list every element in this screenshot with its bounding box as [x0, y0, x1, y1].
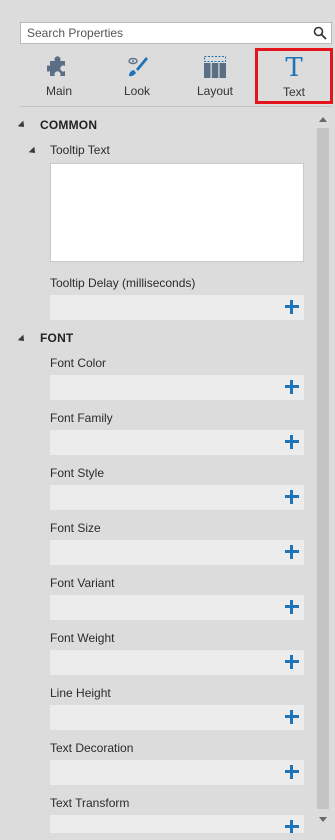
prop-label-tooltip-text: Tooltip Text [50, 143, 110, 157]
prop-label-font-color: Font Color [50, 356, 107, 370]
font-weight-field[interactable] [50, 650, 304, 675]
property-tabs: Main Look Layout T Text [20, 47, 335, 104]
tab-text-label: Text [282, 85, 305, 99]
text-decoration-field[interactable] [50, 760, 304, 785]
tooltip-text-input[interactable] [50, 163, 304, 262]
tab-look-label: Look [123, 84, 151, 98]
font-family-field[interactable] [50, 430, 304, 455]
prop-label-font-weight: Font Weight [50, 631, 115, 645]
paintbrush-icon [125, 53, 149, 79]
prop-label-line-height: Line Height [50, 686, 111, 700]
search-box[interactable]: Search Properties [20, 22, 332, 44]
scroll-down-icon[interactable] [319, 817, 327, 822]
tab-layout[interactable]: Layout [176, 47, 254, 101]
prop-label-font-size: Font Size [50, 521, 101, 535]
font-size-field[interactable] [50, 540, 304, 565]
tooltip-delay-field[interactable] [50, 295, 304, 320]
prop-label-font-variant: Font Variant [50, 576, 115, 590]
text-transform-field[interactable] [50, 815, 304, 833]
layout-grid-icon [203, 53, 227, 79]
plus-icon[interactable] [284, 599, 300, 615]
scroll-up-icon[interactable] [319, 117, 327, 122]
scrollbar-thumb[interactable] [317, 128, 329, 809]
font-color-field[interactable] [50, 375, 304, 400]
line-height-field[interactable] [50, 705, 304, 730]
prop-label-text-transform: Text Transform [50, 796, 130, 810]
svg-text:T: T [285, 54, 303, 80]
properties-pane: COMMON Tooltip Text Tooltip Delay (milli… [0, 110, 314, 840]
plus-icon[interactable] [284, 489, 300, 505]
collapse-font-icon[interactable] [17, 334, 27, 344]
search-input[interactable]: Search Properties [21, 26, 309, 40]
prop-label-font-style: Font Style [50, 466, 105, 480]
prop-label-tooltip-delay: Tooltip Delay (milliseconds) [50, 276, 196, 290]
collapse-tooltip-text-icon[interactable] [28, 146, 38, 156]
prop-label-text-decoration: Text Decoration [50, 741, 134, 755]
plus-icon[interactable] [284, 434, 300, 450]
plus-icon[interactable] [284, 544, 300, 560]
vertical-scrollbar[interactable] [315, 112, 331, 827]
tab-text[interactable]: T Text [255, 48, 333, 104]
section-title-font: FONT [40, 331, 74, 345]
tab-layout-label: Layout [196, 84, 234, 98]
tab-main[interactable]: Main [20, 47, 98, 101]
tabs-divider [20, 106, 332, 107]
font-variant-field[interactable] [50, 595, 304, 620]
search-icon[interactable] [309, 23, 331, 43]
plus-icon[interactable] [284, 764, 300, 780]
plus-icon[interactable] [284, 709, 300, 725]
text-T-icon: T [282, 54, 306, 80]
puzzle-icon [47, 53, 71, 79]
tab-look[interactable]: Look [98, 47, 176, 101]
font-style-field[interactable] [50, 485, 304, 510]
collapse-common-icon[interactable] [17, 120, 27, 130]
plus-icon[interactable] [284, 299, 300, 315]
plus-icon[interactable] [284, 654, 300, 670]
plus-icon[interactable] [284, 379, 300, 395]
plus-icon[interactable] [284, 819, 300, 833]
tab-main-label: Main [45, 84, 72, 98]
section-title-common: COMMON [40, 118, 98, 132]
prop-label-font-family: Font Family [50, 411, 113, 425]
